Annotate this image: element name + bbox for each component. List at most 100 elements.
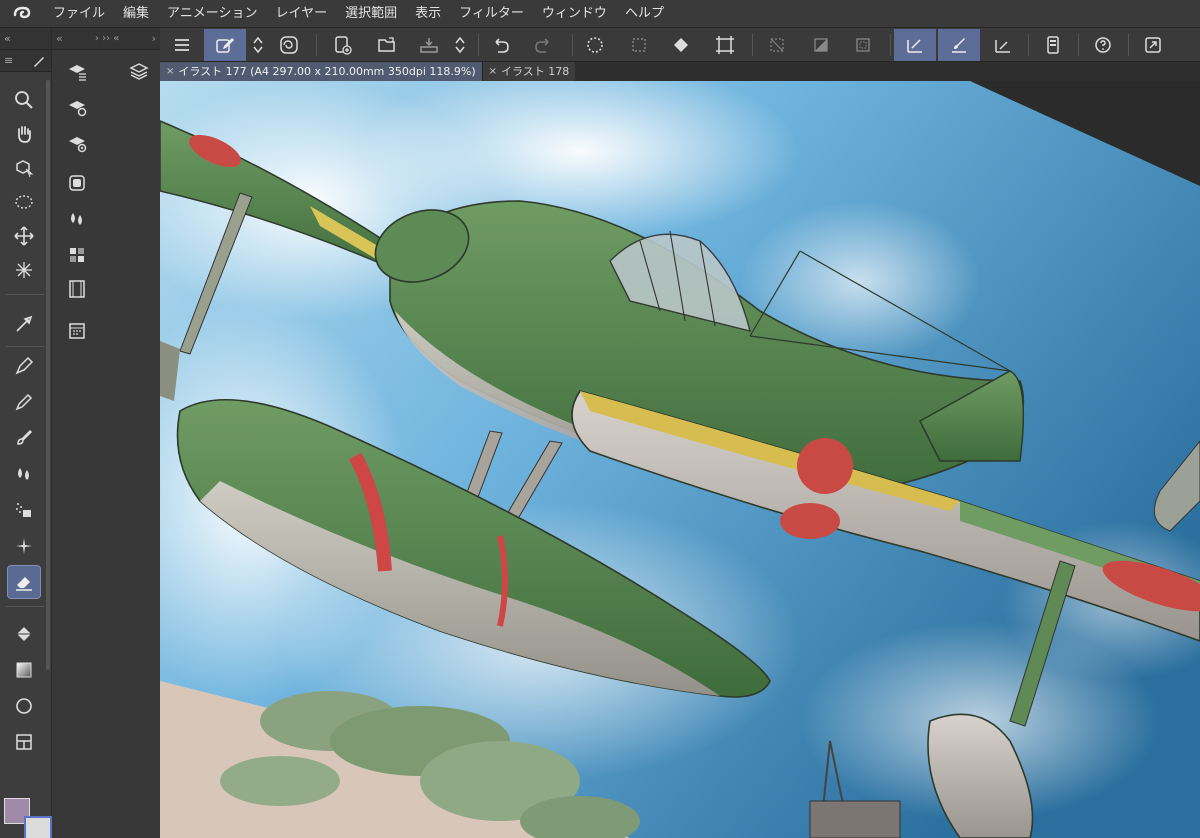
- edit-mode-button[interactable]: [204, 29, 246, 61]
- menu-edit[interactable]: 編集: [114, 0, 158, 28]
- snap-ruler-button[interactable]: [894, 29, 936, 61]
- eyedropper-tool[interactable]: [8, 308, 40, 340]
- panel-arrows-icon[interactable]: › ›› «: [95, 33, 119, 44]
- layer-property-button[interactable]: [64, 58, 90, 84]
- smartphone-button[interactable]: [1032, 29, 1074, 61]
- collapse-panel-icon[interactable]: «: [4, 32, 11, 45]
- hand-icon: [18, 126, 31, 143]
- close-icon[interactable]: ×: [489, 62, 497, 81]
- help-button[interactable]: [1082, 29, 1124, 61]
- fill-tool[interactable]: [8, 618, 40, 650]
- hand-tool[interactable]: [8, 118, 40, 150]
- document-tab[interactable]: × イラスト 178: [481, 62, 576, 81]
- pencil-edit-icon: [216, 38, 234, 53]
- mode-stepper[interactable]: [248, 29, 268, 61]
- sub-color-swatch[interactable]: [24, 816, 52, 838]
- command-bar: [160, 28, 1200, 62]
- document-tab-active[interactable]: × イラスト 177 (A4 297.00 x 210.00mm 350dpi …: [160, 62, 482, 81]
- deselect-icon: [770, 38, 784, 52]
- sub-panel-header: « › ›› « ›: [52, 28, 160, 50]
- close-icon[interactable]: ×: [166, 62, 174, 81]
- redo-button[interactable]: [522, 29, 564, 61]
- menu-filter[interactable]: フィルター: [450, 0, 533, 28]
- document-tab-bar: × イラスト 177 (A4 297.00 x 210.00mm 350dpi …: [160, 62, 1200, 81]
- tool-palette-scrollbar[interactable]: [46, 80, 50, 670]
- menu-view[interactable]: 表示: [406, 0, 450, 28]
- cmd-divider: [316, 34, 317, 56]
- selection-tool[interactable]: [8, 186, 40, 218]
- move-tool[interactable]: [8, 220, 40, 252]
- material-button[interactable]: [64, 242, 90, 268]
- eyedropper-icon: [16, 315, 33, 332]
- object-tool[interactable]: [8, 152, 40, 184]
- snap-grid-button[interactable]: [982, 29, 1024, 61]
- pen-small-icon[interactable]: [31, 53, 47, 69]
- updown-chevron-icon: [455, 36, 465, 54]
- navigator-button[interactable]: [64, 170, 90, 196]
- menu-help[interactable]: ヘルプ: [616, 0, 673, 28]
- layers-panel-button[interactable]: [126, 58, 152, 84]
- canvas-artwork: [160, 81, 1200, 838]
- watercolor-tool[interactable]: [8, 458, 40, 490]
- fill-icon: [17, 627, 31, 641]
- layer-search-button[interactable]: [64, 130, 90, 156]
- zoom-tool[interactable]: [8, 84, 40, 116]
- navigator-icon: [69, 175, 85, 191]
- new-file-button[interactable]: [322, 29, 364, 61]
- save-button[interactable]: [408, 29, 450, 61]
- invert-selection-button[interactable]: [800, 29, 842, 61]
- menu-animation[interactable]: アニメーション: [158, 0, 266, 28]
- tool-palette: « ≡: [0, 28, 52, 838]
- save-stepper[interactable]: [450, 29, 470, 61]
- pen-icon: [15, 356, 34, 375]
- auto-select-icon: [16, 262, 32, 278]
- auto-select-tool[interactable]: [8, 254, 40, 286]
- decoration-tool[interactable]: [8, 530, 40, 562]
- storyboard-button[interactable]: [64, 318, 90, 344]
- hamburger-menu-button[interactable]: [162, 29, 202, 61]
- pencil-tool[interactable]: [8, 386, 40, 418]
- app-logo-icon[interactable]: [0, 0, 44, 28]
- airbrush-tool[interactable]: [8, 494, 40, 526]
- deselect-button[interactable]: [756, 29, 798, 61]
- pen-tool[interactable]: [8, 350, 40, 382]
- color-mix-button[interactable]: [64, 206, 90, 232]
- timeline-button[interactable]: [64, 276, 90, 302]
- menu-window[interactable]: ウィンドウ: [533, 0, 616, 28]
- layer-settings-button[interactable]: [64, 94, 90, 120]
- open-file-button[interactable]: [366, 29, 408, 61]
- decoration-icon: [16, 538, 32, 554]
- cmd-divider: [1128, 34, 1129, 56]
- companion-button[interactable]: [268, 29, 310, 61]
- snap-ruler-icon: [907, 39, 922, 53]
- palette-menu-icon[interactable]: ≡: [4, 54, 13, 67]
- eraser-tool[interactable]: [7, 565, 41, 599]
- transform-button[interactable]: [704, 29, 746, 61]
- crop-transform-icon: [716, 36, 734, 54]
- frame-tool[interactable]: [8, 726, 40, 758]
- expand-right-icon[interactable]: ›: [152, 32, 156, 45]
- gradient-tool[interactable]: [8, 654, 40, 686]
- figure-tool[interactable]: [8, 690, 40, 722]
- menu-layer[interactable]: レイヤー: [267, 0, 337, 28]
- snap-special-ruler-button[interactable]: [938, 29, 980, 61]
- fill-command-button[interactable]: [660, 29, 702, 61]
- menu-selection[interactable]: 選択範囲: [336, 0, 406, 28]
- new-document-icon: [335, 36, 352, 55]
- drawing-canvas[interactable]: [160, 81, 1200, 838]
- eraser-icon: [16, 577, 32, 591]
- menu-bar: ファイル 編集 アニメーション レイヤー 選択範囲 表示 フィルター ウィンドウ…: [0, 0, 1200, 28]
- layers-icon: [129, 63, 149, 80]
- selection-frame-icon: [856, 38, 870, 52]
- clear-button[interactable]: [574, 29, 616, 61]
- collapse-left-icon[interactable]: «: [56, 32, 63, 45]
- undo-button[interactable]: [480, 29, 522, 61]
- fullscreen-button[interactable]: [1132, 29, 1174, 61]
- layer-search-icon: [69, 137, 87, 153]
- selection-border-button[interactable]: [842, 29, 884, 61]
- dotted-square-icon: [632, 38, 646, 52]
- brush-tool[interactable]: [8, 422, 40, 454]
- folder-open-icon: [378, 37, 395, 52]
- clear-outside-button[interactable]: [618, 29, 660, 61]
- menu-file[interactable]: ファイル: [44, 0, 114, 28]
